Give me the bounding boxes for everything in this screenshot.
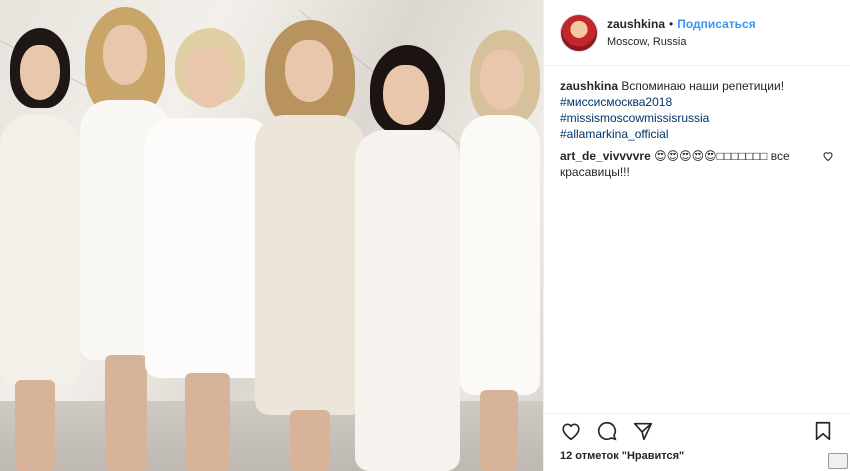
hashtag-link[interactable]: #миссисмосква2018 — [560, 94, 812, 110]
avatar[interactable] — [560, 13, 598, 52]
post-side-panel: zaushkina • Подписаться Moscow, Russia zau… — [543, 0, 850, 471]
instagram-post: zaushkina • Подписаться Moscow, Russia zau… — [0, 0, 850, 471]
woman-figure — [455, 30, 543, 471]
heart-icon[interactable] — [822, 150, 834, 162]
follow-button[interactable]: Подписаться — [677, 17, 755, 31]
hashtag-link[interactable]: #missismoscowmissisrussia — [560, 110, 812, 126]
comment-button[interactable] — [596, 420, 618, 442]
separator-dot: • — [669, 16, 674, 31]
bookmark-icon — [815, 421, 831, 440]
caption-username[interactable]: zaushkina — [560, 79, 618, 93]
list-item: art_de_vivvvvre 😍😍😍😍😍□□□□□□□ все красави… — [560, 148, 834, 180]
post-location[interactable]: Moscow, Russia — [607, 33, 756, 51]
likes-count[interactable]: 12 отметок "Нравится" — [560, 450, 684, 462]
heart-icon — [562, 423, 580, 440]
like-button[interactable] — [560, 420, 582, 442]
author-username[interactable]: zaushkina — [607, 17, 665, 31]
post-header: zaushkina • Подписаться Moscow, Russia — [544, 0, 850, 66]
woman-figure — [355, 40, 465, 471]
save-button[interactable] — [812, 420, 834, 442]
caption-text: Вспоминаю наши репетиции! — [621, 79, 785, 93]
comment-icon — [597, 421, 617, 441]
window-icon — [828, 453, 848, 469]
action-bar — [544, 413, 850, 447]
comment-username[interactable]: art_de_vivvvvre — [560, 149, 651, 163]
share-button[interactable] — [632, 420, 654, 442]
woman-figure — [250, 20, 370, 471]
post-photo[interactable] — [0, 0, 543, 471]
comments-list: zaushkina Вспоминаю наши репетиции! #мис… — [544, 66, 850, 180]
caption: zaushkina Вспоминаю наши репетиции! #мис… — [560, 78, 834, 142]
share-icon — [633, 422, 653, 440]
hashtag-link[interactable]: #allamarkina_official — [560, 126, 812, 142]
